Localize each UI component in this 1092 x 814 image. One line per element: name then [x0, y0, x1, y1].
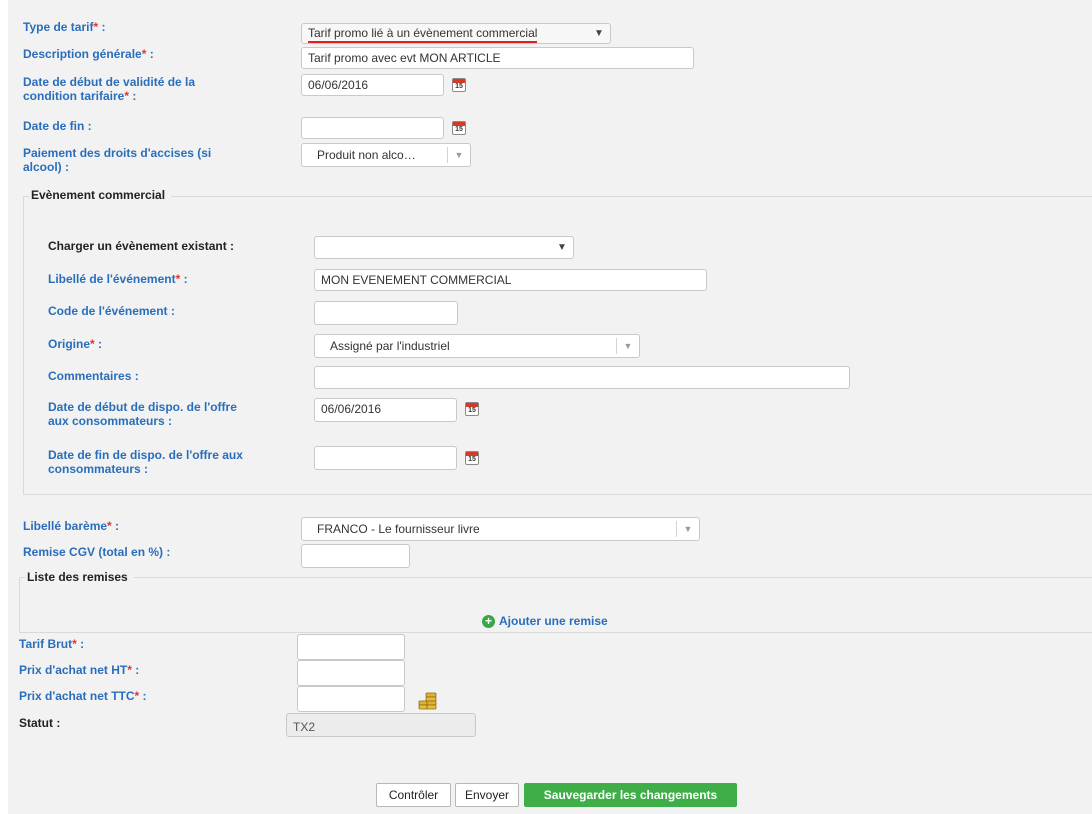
commentaires-input[interactable] — [314, 366, 850, 389]
remise-cgv-input[interactable] — [301, 544, 410, 568]
calendar-icon[interactable]: 15 — [465, 402, 479, 416]
date-debut-input[interactable]: 06/06/2016 — [301, 74, 444, 96]
origine-select[interactable]: Assigné par l'industriel ▼ — [314, 334, 640, 358]
type-tarif-value: Tarif promo lié à un évènement commercia… — [308, 25, 538, 43]
statut-label: Statut : — [19, 716, 61, 730]
coins-icon[interactable] — [417, 692, 439, 710]
calendar-icon[interactable]: 15 — [452, 121, 466, 135]
libelle-bareme-select[interactable]: FRANCO - Le fournisseur livre ▼ — [301, 517, 700, 541]
date-fin-input[interactable] — [301, 117, 444, 139]
prix-net-ht-label: Prix d'achat net HT* : — [19, 663, 140, 677]
remise-cgv-label: Remise CGV (total en %) : — [23, 545, 171, 559]
tarif-brut-label: Tarif Brut* : — [19, 637, 85, 651]
chevron-down-icon: ▼ — [447, 147, 470, 163]
chevron-down-icon: ▼ — [594, 28, 604, 39]
description-input[interactable]: Tarif promo avec evt MON ARTICLE — [301, 47, 694, 69]
libelle-evenement-input[interactable]: MON EVENEMENT COMMERCIAL — [314, 269, 707, 291]
dispo-fin-label: Date de fin de dispo. de l'offre aux con… — [48, 448, 243, 476]
accises-value: Produit non alco… — [317, 148, 416, 162]
controler-button[interactable]: Contrôler — [376, 783, 451, 807]
description-label: Description générale* : — [23, 47, 154, 61]
type-tarif-select[interactable]: Tarif promo lié à un évènement commercia… — [301, 23, 611, 44]
accises-select[interactable]: Produit non alco… ▼ — [301, 143, 471, 167]
add-remise-link[interactable]: Ajouter une remise — [499, 614, 608, 628]
libelle-evenement-label: Libellé de l'événement* : — [48, 272, 188, 286]
libelle-bareme-label: Libellé barème* : — [23, 519, 120, 533]
prix-net-ttc-label: Prix d'achat net TTC* : — [19, 689, 147, 703]
charger-evenement-label: Charger un évènement existant : — [48, 239, 235, 253]
code-evenement-label: Code de l'événement : — [48, 304, 175, 318]
charger-evenement-select[interactable]: ▼ — [314, 236, 574, 259]
remises-section-title: Liste des remises — [25, 570, 134, 584]
commentaires-label: Commentaires : — [48, 369, 139, 383]
calendar-icon[interactable]: 15 — [452, 78, 466, 92]
plus-circle-icon[interactable]: + — [482, 615, 495, 628]
save-button[interactable]: Sauvegarder les changements — [524, 783, 737, 807]
evenement-section-title: Evènement commercial — [29, 188, 172, 202]
date-fin-label: Date de fin : — [23, 119, 92, 133]
prix-net-ht-input[interactable] — [297, 660, 405, 686]
calendar-icon[interactable]: 15 — [465, 451, 479, 465]
statut-field: TX2 — [286, 713, 476, 737]
tarif-brut-input[interactable] — [297, 634, 405, 660]
envoyer-button[interactable]: Envoyer — [455, 783, 519, 807]
prix-net-ttc-input[interactable] — [297, 686, 405, 712]
chevron-down-icon: ▼ — [616, 338, 639, 354]
origine-value: Assigné par l'industriel — [330, 339, 450, 353]
chevron-down-icon: ▼ — [676, 521, 699, 537]
chevron-down-icon: ▼ — [557, 242, 567, 253]
dispo-fin-input[interactable] — [314, 446, 457, 470]
code-evenement-input[interactable] — [314, 301, 458, 325]
accises-label: Paiement des droits d'accises (si alcool… — [23, 146, 212, 174]
date-debut-label: Date de début de validité de la conditio… — [23, 75, 196, 103]
type-tarif-label: Type de tarif* : — [23, 20, 106, 34]
libelle-bareme-value: FRANCO - Le fournisseur livre — [317, 522, 480, 536]
dispo-debut-label: Date de début de dispo. de l'offre aux c… — [48, 400, 237, 428]
origine-label: Origine* : — [48, 337, 103, 351]
dispo-debut-input[interactable]: 06/06/2016 — [314, 398, 457, 422]
